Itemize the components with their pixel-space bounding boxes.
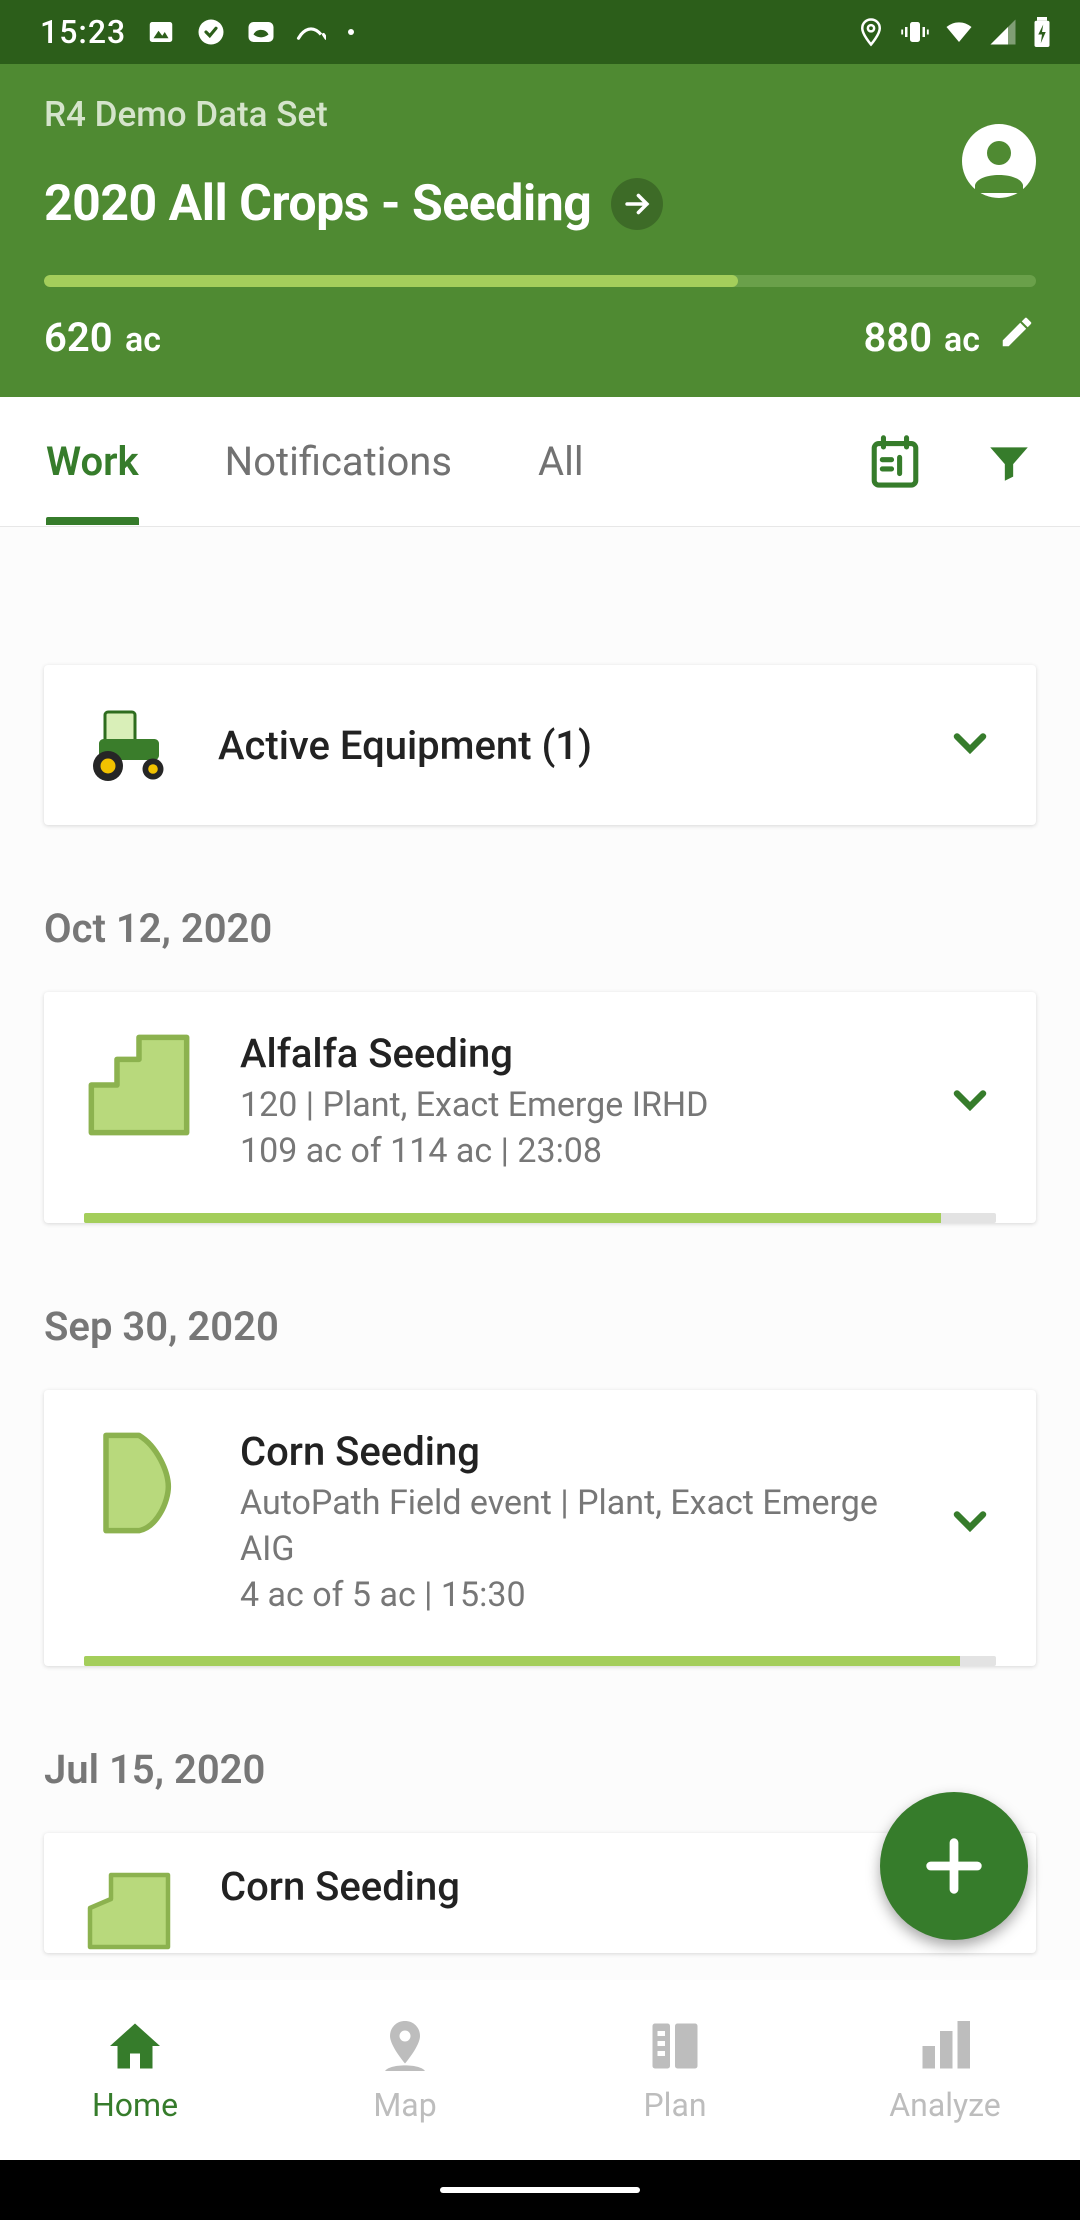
home-icon [105,2016,165,2076]
filter-button[interactable] [984,437,1034,487]
nav-plan[interactable]: Plan [540,1980,810,2160]
location-icon [856,17,886,47]
acres-total[interactable]: 880 ac [863,313,1036,361]
work-card-corn-1[interactable]: Corn Seeding AutoPath Field event | Plan… [44,1390,1036,1667]
acres-done: 620 ac [44,314,161,361]
signal-icon [988,17,1018,47]
tab-all[interactable]: All [538,402,584,521]
tab-notifications[interactable]: Notifications [225,402,452,521]
field-shape-icon [84,1030,194,1140]
field-shape-icon [84,1428,194,1538]
header: R4 Demo Data Set 2020 All Crops - Seedin… [0,64,1080,397]
chevron-down-icon [944,1074,996,1130]
date-header: Sep 30, 2020 [44,1303,1036,1350]
nav-home[interactable]: Home [0,1980,270,2160]
battery-charging-icon [1032,17,1052,47]
tractor-icon [84,709,174,781]
date-header: Oct 12, 2020 [44,905,1036,952]
chevron-down-icon [944,1495,996,1551]
plan-icon [645,2016,705,2076]
profile-avatar-button[interactable] [962,124,1036,198]
status-bar: 15:23 [0,0,1080,64]
status-time: 15:23 [40,13,126,51]
add-button[interactable] [880,1792,1028,1940]
shield-check-icon [196,17,226,47]
work-subtitle: AutoPath Field event | Plant, Exact Emer… [240,1481,936,1619]
map-pin-icon [375,2016,435,2076]
field-shape-icon [84,1863,174,1943]
chevron-down-icon [944,717,996,773]
nav-map[interactable]: Map [270,1980,540,2160]
wifi-icon [944,17,974,47]
nav-analyze[interactable]: Analyze [810,1980,1080,2160]
title-arrow-button[interactable] [611,178,663,230]
content: Active Equipment (1) Oct 12, 2020 Alfalf… [0,527,1080,1980]
missed-call-icon [296,17,326,47]
bottom-nav: Home Map Plan Analyze [0,1980,1080,2160]
active-equipment-title: Active Equipment (1) [218,722,944,769]
work-subtitle: 120 | Plant, Exact Emerge IRHD109 ac of … [240,1083,936,1175]
deere-app-icon [246,17,276,47]
edit-icon[interactable] [998,313,1036,361]
header-progress [44,275,1036,287]
vibrate-icon [900,17,930,47]
bar-chart-icon [915,2016,975,2076]
tab-work[interactable]: Work [46,402,139,521]
dot-icon [346,17,356,47]
page-title: 2020 All Crops - Seeding [44,175,591,233]
system-nav-bar [0,2160,1080,2220]
work-title: Corn Seeding [240,1428,936,1475]
tabs: Work Notifications All [0,397,1080,527]
work-title: Alfalfa Seeding [240,1030,936,1077]
work-card-alfalfa[interactable]: Alfalfa Seeding 120 | Plant, Exact Emerg… [44,992,1036,1223]
calendar-button[interactable] [866,432,924,492]
picture-icon [146,17,176,47]
active-equipment-card[interactable]: Active Equipment (1) [44,665,1036,825]
org-name: R4 Demo Data Set [44,94,663,135]
date-header: Jul 15, 2020 [44,1746,1036,1793]
